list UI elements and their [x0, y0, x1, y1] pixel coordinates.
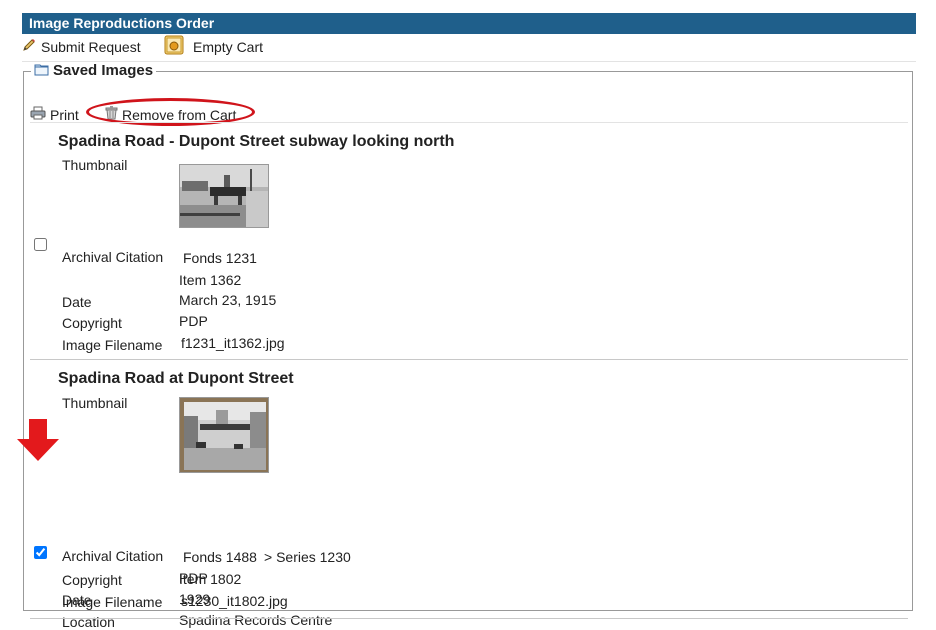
record-divider: [30, 359, 908, 360]
pencil-icon: [22, 37, 37, 57]
date-label: Date: [62, 294, 92, 310]
submit-request-label: Submit Request: [41, 39, 141, 55]
record-title: Spadina Road - Dupont Street subway look…: [58, 133, 455, 150]
record-divider: [30, 618, 908, 619]
empty-cart-icon: [164, 35, 184, 60]
saved-toolbar-divider: [30, 122, 908, 123]
saved-images-panel: Saved Images Print Remove from Cart Spad…: [23, 62, 913, 630]
cart-toolbar: Submit Request Empty Cart: [22, 35, 916, 60]
thumbnail-image[interactable]: [179, 397, 269, 473]
archival-citation-label: Archival Citation: [62, 548, 164, 564]
series-link[interactable]: > Series 1230: [264, 549, 351, 565]
location-label: Location: [62, 614, 115, 630]
copyright-label: Copyright: [62, 315, 122, 331]
page-title: Image Reproductions Order: [29, 15, 215, 31]
record-title: Spadina Road at Dupont Street: [58, 370, 294, 387]
image-filename-value: f1231_it1362.jpg: [181, 335, 285, 351]
archival-citation-label: Archival Citation: [62, 249, 164, 265]
empty-cart-label: Empty Cart: [193, 39, 264, 55]
list-item: Spadina Road - Dupont Street subway look…: [30, 133, 908, 363]
list-item: Spadina Road at Dupont Street Thumbnail …: [30, 370, 908, 630]
saved-images-title: Saved Images: [53, 62, 154, 79]
copyright-value: PDP: [179, 313, 208, 329]
page-header-bar: Image Reproductions Order: [22, 13, 916, 34]
thumbnail-label: Thumbnail: [62, 395, 128, 411]
copyright-label: Copyright: [62, 572, 122, 588]
thumbnail-label: Thumbnail: [62, 157, 128, 173]
image-filename-value: s1230_it1802.jpg: [181, 593, 288, 609]
image-filename-label: Image Filename: [62, 594, 163, 610]
saved-images-legend: Saved Images: [31, 62, 156, 80]
fonds-link[interactable]: Fonds 1488: [183, 549, 257, 565]
location-value: Spadina Records Centre: [179, 612, 333, 628]
fonds-link[interactable]: Fonds 1231: [183, 250, 257, 266]
submit-request-button[interactable]: Submit Request: [22, 36, 141, 58]
record-checkbox[interactable]: [34, 238, 47, 251]
image-filename-label: Image Filename: [62, 337, 163, 353]
folder-icon: [34, 62, 49, 80]
item-value: Item 1362: [179, 272, 242, 288]
down-arrow-icon: [17, 419, 59, 461]
thumbnail-image[interactable]: [179, 164, 269, 228]
empty-cart-button[interactable]: Empty Cart: [164, 35, 264, 60]
record-checkbox[interactable]: [34, 546, 47, 559]
copyright-value: PDP: [179, 570, 208, 586]
date-value: March 23, 1915: [179, 292, 277, 308]
